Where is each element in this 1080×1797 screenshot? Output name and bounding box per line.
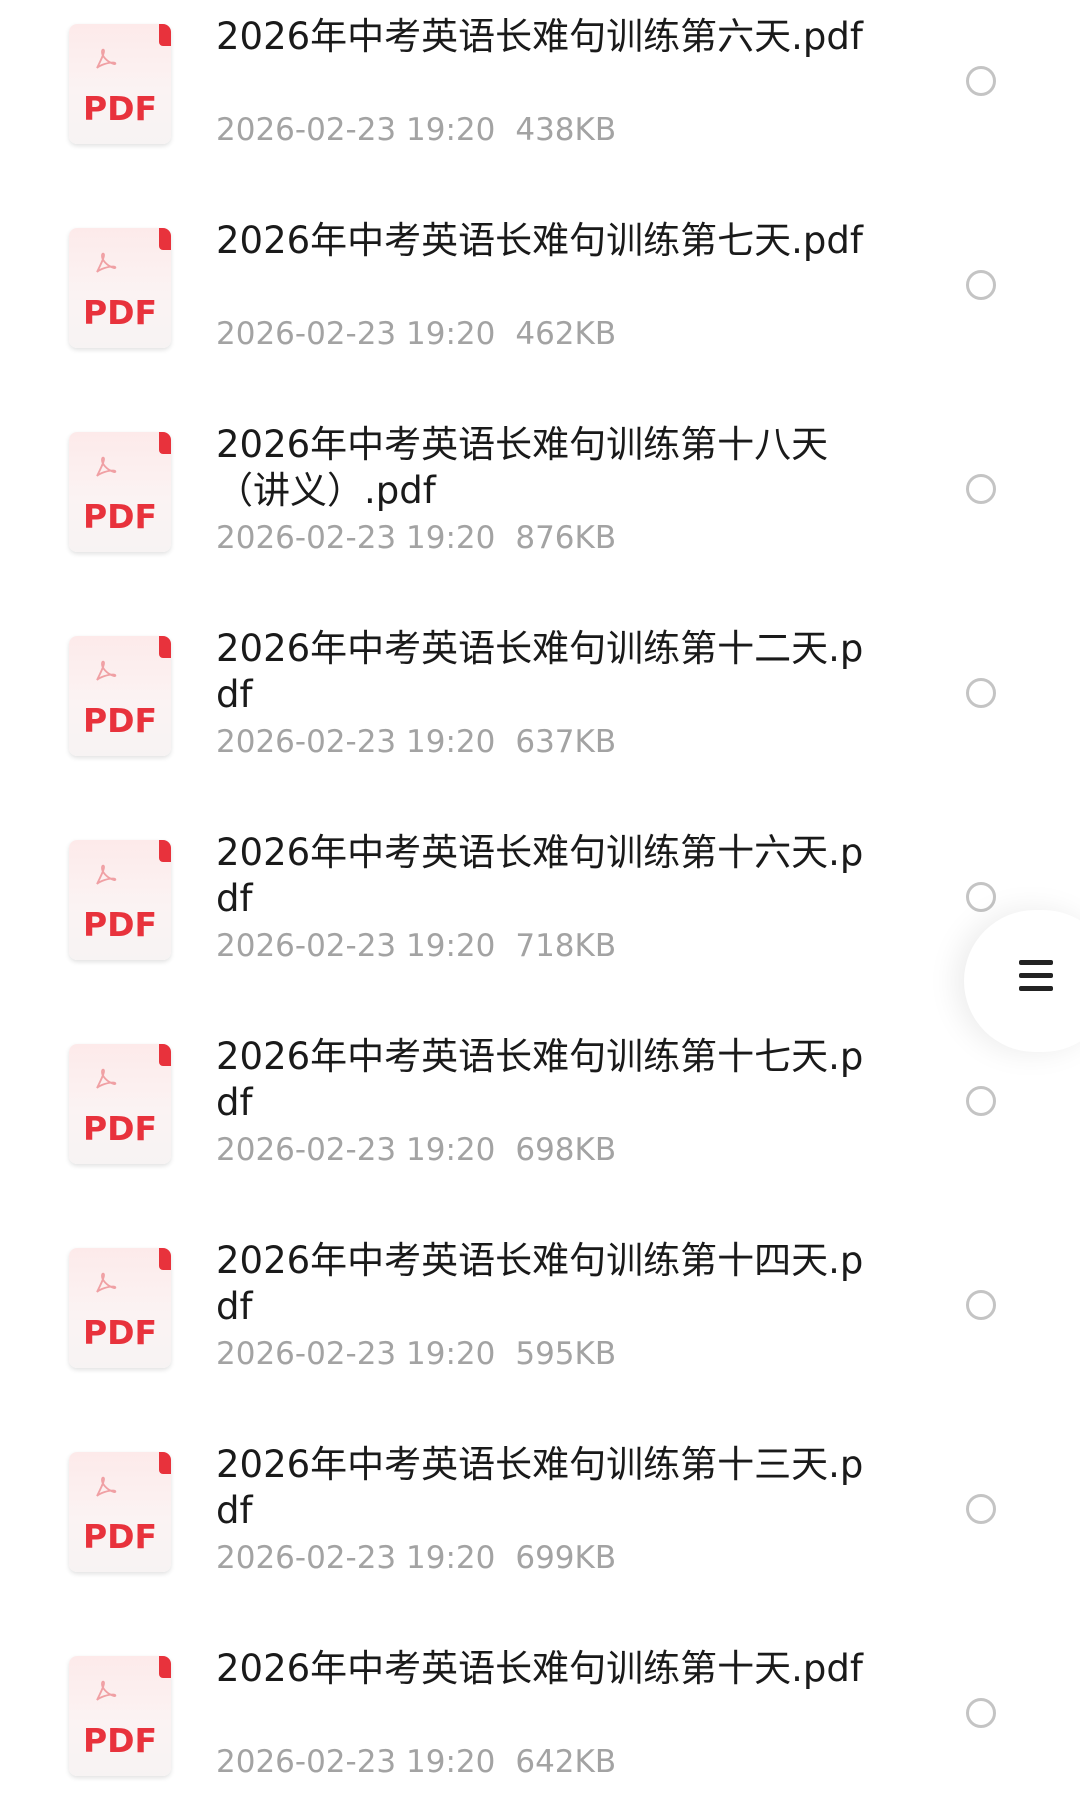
file-meta: 2026-02-23 19:20 438KB bbox=[216, 110, 616, 150]
select-radio-icon[interactable] bbox=[966, 882, 996, 912]
select-radio-icon[interactable] bbox=[966, 474, 996, 504]
file-name: 2026年中考英语长难句训练第十六天.pdf bbox=[216, 831, 864, 920]
pdf-file-icon: PDF bbox=[69, 840, 171, 960]
acrobat-logo-icon bbox=[96, 1476, 117, 1497]
file-item[interactable]: PDF 2026年中考英语长难句训练第六天.pdf 2026-02-23 19:… bbox=[0, 0, 1080, 204]
file-meta: 2026-02-23 19:20 595KB bbox=[216, 1334, 616, 1374]
file-date: 2026-02-23 19:20 bbox=[216, 112, 496, 148]
pdf-label: PDF bbox=[82, 497, 158, 536]
pdf-file-icon: PDF bbox=[69, 24, 171, 144]
file-name: 2026年中考英语长难句训练第十二天.pdf bbox=[216, 627, 864, 716]
select-radio-icon[interactable] bbox=[966, 270, 996, 300]
file-date: 2026-02-23 19:20 bbox=[216, 1744, 496, 1780]
pdf-label: PDF bbox=[82, 1517, 158, 1556]
pdf-corner-flag bbox=[159, 1248, 171, 1270]
acrobat-logo-icon bbox=[96, 456, 117, 477]
pdf-label: PDF bbox=[82, 701, 158, 740]
select-radio-icon[interactable] bbox=[966, 1494, 996, 1524]
acrobat-logo-icon bbox=[96, 252, 117, 273]
file-item[interactable]: PDF 2026年中考英语长难句训练第十六天.pdf 2026-02-23 19… bbox=[0, 816, 1080, 1020]
file-meta: 2026-02-23 19:20 699KB bbox=[216, 1538, 616, 1578]
pdf-label: PDF bbox=[82, 1721, 158, 1760]
file-meta: 2026-02-23 19:20 698KB bbox=[216, 1130, 616, 1170]
pdf-corner-flag bbox=[159, 1452, 171, 1474]
file-item[interactable]: PDF 2026年中考英语长难句训练第十八天（讲义）.pdf 2026-02-2… bbox=[0, 408, 1080, 612]
file-list: PDF 2026年中考英语长难句训练第六天.pdf 2026-02-23 19:… bbox=[0, 0, 1080, 1797]
pdf-file-icon: PDF bbox=[69, 1248, 171, 1368]
acrobat-logo-icon bbox=[96, 1680, 117, 1701]
hamburger-menu-icon bbox=[1019, 960, 1055, 996]
file-name: 2026年中考英语长难句训练第十四天.pdf bbox=[216, 1239, 864, 1328]
file-size: 637KB bbox=[515, 724, 617, 760]
file-size: 595KB bbox=[515, 1336, 617, 1372]
file-size: 718KB bbox=[515, 928, 617, 964]
select-radio-icon[interactable] bbox=[966, 1290, 996, 1320]
pdf-corner-flag bbox=[159, 1656, 171, 1678]
file-size: 699KB bbox=[515, 1540, 617, 1576]
file-date: 2026-02-23 19:20 bbox=[216, 1540, 496, 1576]
pdf-label: PDF bbox=[82, 89, 158, 128]
file-date: 2026-02-23 19:20 bbox=[216, 1132, 496, 1168]
file-size: 642KB bbox=[515, 1744, 617, 1780]
file-item[interactable]: PDF 2026年中考英语长难句训练第十天.pdf 2026-02-23 19:… bbox=[0, 1632, 1080, 1797]
file-item[interactable]: PDF 2026年中考英语长难句训练第十四天.pdf 2026-02-23 19… bbox=[0, 1224, 1080, 1428]
file-meta: 2026-02-23 19:20 718KB bbox=[216, 926, 616, 966]
file-meta: 2026-02-23 19:20 876KB bbox=[216, 518, 616, 558]
pdf-corner-flag bbox=[159, 636, 171, 658]
file-name: 2026年中考英语长难句训练第十八天（讲义）.pdf bbox=[216, 423, 829, 512]
file-name: 2026年中考英语长难句训练第十七天.pdf bbox=[216, 1035, 864, 1124]
pdf-file-icon: PDF bbox=[69, 636, 171, 756]
file-name: 2026年中考英语长难句训练第七天.pdf bbox=[216, 219, 863, 262]
file-meta: 2026-02-23 19:20 642KB bbox=[216, 1742, 616, 1782]
pdf-label: PDF bbox=[82, 1313, 158, 1352]
file-date: 2026-02-23 19:20 bbox=[216, 1336, 496, 1372]
file-size: 438KB bbox=[515, 112, 617, 148]
acrobat-logo-icon bbox=[96, 864, 117, 885]
select-radio-icon[interactable] bbox=[966, 1086, 996, 1116]
pdf-file-icon: PDF bbox=[69, 228, 171, 348]
pdf-file-icon: PDF bbox=[69, 1452, 171, 1572]
acrobat-logo-icon bbox=[96, 1068, 117, 1089]
pdf-label: PDF bbox=[82, 1109, 158, 1148]
file-size: 876KB bbox=[515, 520, 617, 556]
file-date: 2026-02-23 19:20 bbox=[216, 316, 496, 352]
select-radio-icon[interactable] bbox=[966, 66, 996, 96]
file-meta: 2026-02-23 19:20 637KB bbox=[216, 722, 616, 762]
file-size: 698KB bbox=[515, 1132, 617, 1168]
acrobat-logo-icon bbox=[96, 1272, 117, 1293]
pdf-file-icon: PDF bbox=[69, 432, 171, 552]
file-meta: 2026-02-23 19:20 462KB bbox=[216, 314, 616, 354]
pdf-corner-flag bbox=[159, 24, 171, 46]
file-item[interactable]: PDF 2026年中考英语长难句训练第十三天.pdf 2026-02-23 19… bbox=[0, 1428, 1080, 1632]
acrobat-logo-icon bbox=[96, 660, 117, 681]
pdf-file-icon: PDF bbox=[69, 1656, 171, 1776]
pdf-corner-flag bbox=[159, 840, 171, 862]
file-name: 2026年中考英语长难句训练第六天.pdf bbox=[216, 15, 863, 58]
file-date: 2026-02-23 19:20 bbox=[216, 520, 496, 556]
select-radio-icon[interactable] bbox=[966, 1698, 996, 1728]
file-name: 2026年中考英语长难句训练第十天.pdf bbox=[216, 1647, 863, 1690]
file-date: 2026-02-23 19:20 bbox=[216, 928, 496, 964]
pdf-corner-flag bbox=[159, 1044, 171, 1066]
pdf-file-icon: PDF bbox=[69, 1044, 171, 1164]
select-radio-icon[interactable] bbox=[966, 678, 996, 708]
file-name: 2026年中考英语长难句训练第十三天.pdf bbox=[216, 1443, 864, 1532]
pdf-corner-flag bbox=[159, 432, 171, 454]
file-item[interactable]: PDF 2026年中考英语长难句训练第十二天.pdf 2026-02-23 19… bbox=[0, 612, 1080, 816]
file-date: 2026-02-23 19:20 bbox=[216, 724, 496, 760]
pdf-label: PDF bbox=[82, 905, 158, 944]
pdf-corner-flag bbox=[159, 228, 171, 250]
file-item[interactable]: PDF 2026年中考英语长难句训练第七天.pdf 2026-02-23 19:… bbox=[0, 204, 1080, 408]
pdf-label: PDF bbox=[82, 293, 158, 332]
file-size: 462KB bbox=[515, 316, 617, 352]
acrobat-logo-icon bbox=[96, 48, 117, 69]
file-item[interactable]: PDF 2026年中考英语长难句训练第十七天.pdf 2026-02-23 19… bbox=[0, 1020, 1080, 1224]
